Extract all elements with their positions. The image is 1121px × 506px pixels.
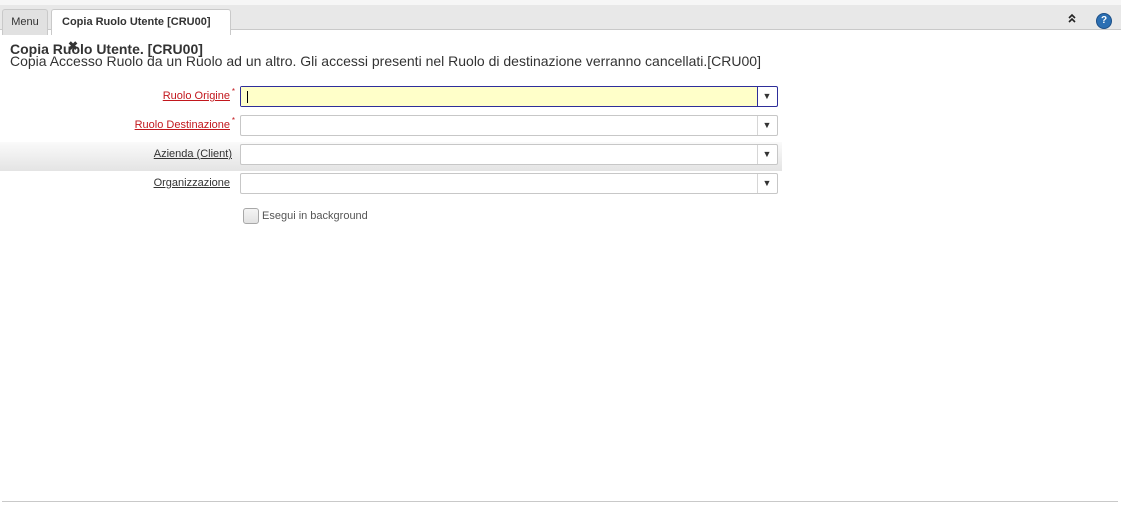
help-icon[interactable]: ? (1096, 13, 1112, 29)
chevrons-up-icon[interactable] (1065, 13, 1079, 27)
organizzazione-combobox[interactable]: ▼ (240, 173, 778, 194)
organizzazione-input[interactable] (241, 174, 756, 193)
field-label-text: Ruolo Destinazione (134, 119, 230, 131)
azienda-input[interactable] (241, 145, 756, 164)
field-row-ruolo-origine: Ruolo Origine * ▼ (0, 84, 780, 113)
dropdown-arrow-icon[interactable]: ▼ (757, 174, 777, 193)
ruolo-destinazione-combobox[interactable]: ▼ (240, 115, 778, 136)
dropdown-arrow-icon[interactable]: ▼ (757, 145, 777, 164)
divider (2, 501, 1118, 502)
field-label-ruolo-origine[interactable]: Ruolo Origine * (162, 87, 235, 102)
tab-copia-ruolo-utente[interactable]: Copia Ruolo Utente [CRU00] ✖ (51, 9, 231, 53)
required-marker: * (231, 87, 235, 96)
field-label-azienda[interactable]: Azienda (Client) (154, 148, 232, 160)
field-label-organizzazione[interactable]: Organizzazione (154, 177, 230, 189)
field-label-ruolo-destinazione[interactable]: Ruolo Destinazione * (134, 116, 235, 131)
field-row-organizzazione: Organizzazione ▼ (0, 171, 780, 200)
background-checkbox-label[interactable]: Esegui in background (262, 210, 368, 222)
dropdown-arrow-icon[interactable]: ▼ (757, 116, 777, 135)
text-cursor (247, 91, 248, 103)
azienda-combobox[interactable]: ▼ (240, 144, 778, 165)
background-checkbox[interactable] (243, 208, 259, 224)
page-description: Copia Accesso Ruolo da un Ruolo ad un al… (10, 53, 761, 69)
ruolo-destinazione-input[interactable] (241, 116, 756, 135)
tab-bar: Menu Copia Ruolo Utente [CRU00] ✖ ? (0, 0, 1121, 53)
tab-menu-label: Menu (11, 16, 39, 28)
dropdown-arrow-icon[interactable]: ▼ (757, 87, 777, 106)
required-marker: * (231, 116, 235, 125)
ruolo-origine-input[interactable] (241, 87, 757, 106)
field-row-ruolo-destinazione: Ruolo Destinazione * ▼ (0, 113, 780, 142)
tab-active-label: Copia Ruolo Utente [CRU00] (62, 16, 211, 28)
field-row-azienda: Azienda (Client) ▼ (0, 142, 782, 171)
ruolo-origine-combobox[interactable]: ▼ (240, 86, 778, 107)
field-label-text: Ruolo Origine (162, 90, 230, 102)
tab-menu[interactable]: Menu (2, 9, 48, 35)
